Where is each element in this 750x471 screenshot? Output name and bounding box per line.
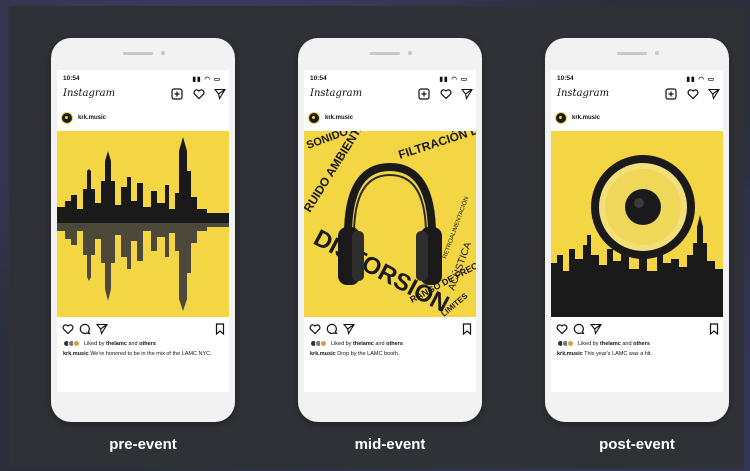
speaker-skyline-art xyxy=(551,155,723,317)
post-image[interactable] xyxy=(551,131,723,317)
caption-text: Drop by the LAMC booth. xyxy=(337,351,400,357)
new-post-icon[interactable] xyxy=(418,88,430,100)
label-pre-event: pre-event xyxy=(109,436,177,453)
caption-text: We're honored to be in the mix of the LA… xyxy=(90,351,212,357)
liked-by-text[interactable]: Liked by thelamc and others xyxy=(84,341,156,347)
liker-avatars xyxy=(63,340,83,348)
status-bar: 10:54 ▮▮ ◠ ▭ xyxy=(551,74,723,84)
phone-post-event: 10:54 ▮▮ ◠ ▭ Instagram krk.music Liked b… xyxy=(545,38,729,422)
app-logo: Instagram xyxy=(63,88,116,99)
direct-message-icon[interactable] xyxy=(214,88,226,100)
caption-username[interactable]: krk.music xyxy=(63,351,89,357)
post-username[interactable]: krk.music xyxy=(325,115,353,121)
like-icon[interactable] xyxy=(309,323,321,335)
post-caption: krk.music This year's LAMC was a hit. xyxy=(557,351,717,358)
liked-by-text[interactable]: Liked by thelamc and others xyxy=(331,341,403,347)
liked-by-row: Liked by thelamc and others xyxy=(551,340,723,350)
art-word: FILTRACIÓN DE RUIDOS xyxy=(396,131,476,162)
bookmark-icon[interactable] xyxy=(461,323,473,335)
comment-icon[interactable] xyxy=(573,323,585,335)
signal-wifi-battery-icon: ▮▮ ◠ ▭ xyxy=(192,76,221,83)
direct-message-icon[interactable] xyxy=(708,88,720,100)
headphones-typography-art: SONIDO SUCIO FILTRACIÓN DE RUIDOS RUIDO … xyxy=(304,131,476,317)
signal-wifi-battery-icon: ▮▮ ◠ ▭ xyxy=(439,76,468,83)
phone-speaker xyxy=(617,52,647,55)
share-icon[interactable] xyxy=(590,323,602,335)
status-bar: 10:54 ▮▮ ◠ ▭ xyxy=(304,74,476,84)
liked-by-row: Liked by thelamc and others xyxy=(57,340,229,350)
liker-avatars xyxy=(557,340,577,348)
avatar[interactable] xyxy=(308,112,320,124)
heart-icon[interactable] xyxy=(687,88,699,100)
phone-speaker xyxy=(123,52,153,55)
post-caption: krk.music Drop by the LAMC booth. xyxy=(310,351,470,358)
caption-username[interactable]: krk.music xyxy=(310,351,336,357)
post-image[interactable] xyxy=(57,131,229,317)
post-actions xyxy=(57,321,229,337)
post-actions xyxy=(551,321,723,337)
comment-icon[interactable] xyxy=(326,323,338,335)
phone-camera xyxy=(408,51,412,55)
bookmark-icon[interactable] xyxy=(708,323,720,335)
phone-camera xyxy=(161,51,165,55)
status-time: 10:54 xyxy=(557,75,574,82)
comment-icon[interactable] xyxy=(79,323,91,335)
post-username[interactable]: krk.music xyxy=(78,115,106,121)
status-time: 10:54 xyxy=(63,75,80,82)
phone-speaker xyxy=(370,52,400,55)
instagram-header: Instagram xyxy=(551,87,723,103)
new-post-icon[interactable] xyxy=(665,88,677,100)
post-actions xyxy=(304,321,476,337)
heart-icon[interactable] xyxy=(193,88,205,100)
instagram-header: Instagram xyxy=(304,87,476,103)
phone-camera xyxy=(655,51,659,55)
speaker-graphic xyxy=(591,155,695,259)
bookmark-icon[interactable] xyxy=(214,323,226,335)
post-header: krk.music xyxy=(57,110,229,126)
like-icon[interactable] xyxy=(556,323,568,335)
post-header: krk.music xyxy=(304,110,476,126)
liker-avatars xyxy=(310,340,330,348)
new-post-icon[interactable] xyxy=(171,88,183,100)
post-username[interactable]: krk.music xyxy=(572,115,600,121)
caption-username[interactable]: krk.music xyxy=(557,351,583,357)
heart-icon[interactable] xyxy=(440,88,452,100)
liked-by-text[interactable]: Liked by thelamc and others xyxy=(578,341,650,347)
skyline-reflection-art xyxy=(57,137,229,311)
status-time: 10:54 xyxy=(310,75,327,82)
avatar[interactable] xyxy=(555,112,567,124)
phone-screen: 10:54 ▮▮ ◠ ▭ Instagram krk.music Liked b… xyxy=(551,70,723,392)
label-mid-event: mid-event xyxy=(354,436,426,453)
status-bar: 10:54 ▮▮ ◠ ▭ xyxy=(57,74,229,84)
signal-wifi-battery-icon: ▮▮ ◠ ▭ xyxy=(686,76,715,83)
phone-mid-event: 10:54 ▮▮ ◠ ▭ Instagram krk.music SONIDO … xyxy=(298,38,482,422)
caption-text: This year's LAMC was a hit. xyxy=(584,351,653,357)
share-icon[interactable] xyxy=(96,323,108,335)
liked-by-row: Liked by thelamc and others xyxy=(304,340,476,350)
label-post-event: post-event xyxy=(599,436,675,453)
app-logo: Instagram xyxy=(310,88,363,99)
direct-message-icon[interactable] xyxy=(461,88,473,100)
avatar[interactable] xyxy=(61,112,73,124)
phone-screen: 10:54 ▮▮ ◠ ▭ Instagram krk.music Liked b… xyxy=(57,70,229,392)
app-logo: Instagram xyxy=(557,88,610,99)
instagram-header: Instagram xyxy=(57,87,229,103)
post-header: krk.music xyxy=(551,110,723,126)
phone-screen: 10:54 ▮▮ ◠ ▭ Instagram krk.music SONIDO … xyxy=(304,70,476,392)
post-image[interactable]: SONIDO SUCIO FILTRACIÓN DE RUIDOS RUIDO … xyxy=(304,131,476,317)
like-icon[interactable] xyxy=(62,323,74,335)
phone-pre-event: 10:54 ▮▮ ◠ ▭ Instagram krk.music Liked b… xyxy=(51,38,235,422)
share-icon[interactable] xyxy=(343,323,355,335)
post-caption: krk.music We're honored to be in the mix… xyxy=(63,351,223,358)
